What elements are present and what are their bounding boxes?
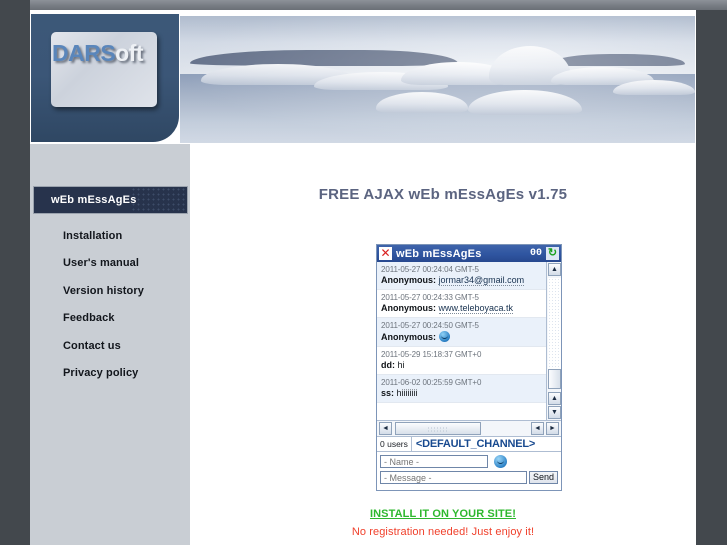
sidebar-item-label: Privacy policy <box>63 367 139 379</box>
site-header: DARSoft <box>30 14 696 144</box>
sidebar-item-web-messages[interactable]: wEb mEssAgEs <box>33 186 188 214</box>
message-item: 2011-06-02 00:25:59 GMT+0 ss: hiiiiiiii <box>377 375 547 403</box>
message-input[interactable] <box>380 471 527 484</box>
sidebar-item-label: Version history <box>63 285 144 297</box>
message-horizontal-scrollbar[interactable]: ◄ ◄ ► <box>377 420 561 436</box>
logo-secondary-text: oft <box>115 40 144 66</box>
users-count: 0 users <box>377 437 412 451</box>
message-timestamp: 2011-05-27 00:24:33 GMT-5 <box>381 293 479 302</box>
channel-name[interactable]: <DEFAULT_CHANNEL> <box>412 438 535 450</box>
message-vertical-scrollbar[interactable]: ▲ ▲ ▼ <box>546 262 561 420</box>
refresh-icon[interactable]: ↻ <box>546 247 559 260</box>
chat-widget: ✕ wEb mEssAgEs 00 ↻ 2011-05-27 00:24:04 … <box>376 244 562 491</box>
unread-count-badge: 00 <box>529 248 542 259</box>
message-list: 2011-05-27 00:24:04 GMT-5 Anonymous: jor… <box>377 262 561 420</box>
sidebar-item-version-history[interactable]: Version history <box>63 285 144 297</box>
scrollbar-down-buttons: ▲ ▼ <box>547 391 561 420</box>
header-banner-image <box>180 16 695 143</box>
name-input[interactable] <box>380 455 488 468</box>
message-item: 2011-05-29 15:18:37 GMT+0 dd: hi <box>377 347 547 375</box>
sidebar-item-users-manual[interactable]: User's manual <box>63 257 139 269</box>
sidebar-item-label: wEb mEssAgEs <box>51 194 137 206</box>
sidebar-item-label: Contact us <box>63 340 121 352</box>
main-content: FREE AJAX wEb mEssAgEs v1.75 ✕ wEb mEssA… <box>190 144 696 545</box>
scrollbar-thumb[interactable] <box>548 369 561 389</box>
message-text: hiiiiiiii <box>396 388 418 398</box>
top-chrome-strip <box>30 0 727 10</box>
message-input-row: Send <box>380 471 558 484</box>
site-page: DARSoft wEb mEssAgEs Installation User's… <box>30 10 696 545</box>
tagline-text: No registration needed! Just enjoy it! <box>351 526 535 538</box>
message-timestamp: 2011-05-27 00:24:50 GMT-5 <box>381 321 479 330</box>
chat-input-area: Send <box>377 451 561 490</box>
message-author: Anonymous: <box>381 332 436 342</box>
sidebar-item-privacy-policy[interactable]: Privacy policy <box>63 367 138 379</box>
scroll-up-icon[interactable]: ▲ <box>548 392 561 405</box>
sidebar-item-contact-us[interactable]: Contact us <box>63 340 121 352</box>
banner-overlay <box>180 16 695 143</box>
sidebar-active-pattern <box>131 187 187 213</box>
hscrollbar-thumb[interactable] <box>395 422 481 435</box>
message-link[interactable]: www.teleboyaca.tk <box>438 303 514 314</box>
message-author: ss: <box>381 388 395 398</box>
scroll-down-icon[interactable]: ▼ <box>548 406 561 419</box>
scroll-right-icon[interactable]: ► <box>546 422 559 435</box>
sidebar-item-feedback[interactable]: Feedback <box>63 312 115 324</box>
status-bar: 0 users <DEFAULT_CHANNEL> <box>377 436 561 451</box>
site-logo: DARSoft <box>52 40 179 67</box>
message-author: Anonymous: <box>381 303 436 313</box>
sidebar-item-label: Feedback <box>63 312 115 324</box>
chat-titlebar: ✕ wEb mEssAgEs 00 ↻ <box>377 245 561 262</box>
scroll-up-icon[interactable]: ▲ <box>548 263 561 276</box>
message-item: 2011-05-27 00:24:50 GMT-5 Anonymous: <box>377 318 547 347</box>
scroll-left-icon[interactable]: ◄ <box>531 422 544 435</box>
browser-page: DARSoft wEb mEssAgEs Installation User's… <box>0 0 727 545</box>
smiley-icon <box>438 331 450 342</box>
close-icon[interactable]: ✕ <box>379 247 392 260</box>
message-link[interactable]: jormar34@gmail.com <box>438 275 525 286</box>
sidebar-item-label: Installation <box>63 230 123 242</box>
sidebar-item-label: User's manual <box>63 257 140 269</box>
send-button[interactable]: Send <box>528 471 558 484</box>
logo-block[interactable]: DARSoft <box>31 14 179 142</box>
message-item: 2011-05-27 00:24:33 GMT-5 Anonymous: www… <box>377 290 547 318</box>
page-title: FREE AJAX wEb mEssAgEs v1.75 <box>318 186 568 203</box>
message-item: 2011-05-27 00:24:04 GMT-5 Anonymous: jor… <box>377 262 547 290</box>
logo-primary-text: DARS <box>52 40 116 66</box>
install-link[interactable]: INSTALL IT ON YOUR SITE! <box>190 508 696 520</box>
sidebar-item-installation[interactable]: Installation <box>63 230 122 242</box>
chat-title: wEb mEssAgEs <box>396 247 482 260</box>
message-timestamp: 2011-05-29 15:18:37 GMT+0 <box>381 350 482 359</box>
sidebar: wEb mEssAgEs Installation User's manual … <box>30 144 190 545</box>
message-timestamp: 2011-06-02 00:25:59 GMT+0 <box>381 378 482 387</box>
name-input-row <box>380 455 558 468</box>
message-text: hi <box>397 360 405 370</box>
scroll-left-icon[interactable]: ◄ <box>379 422 392 435</box>
message-timestamp: 2011-05-27 00:24:04 GMT-5 <box>381 265 479 274</box>
message-author: Anonymous: <box>381 275 436 285</box>
message-author: dd: <box>381 360 395 370</box>
smiley-icon[interactable] <box>494 455 507 468</box>
